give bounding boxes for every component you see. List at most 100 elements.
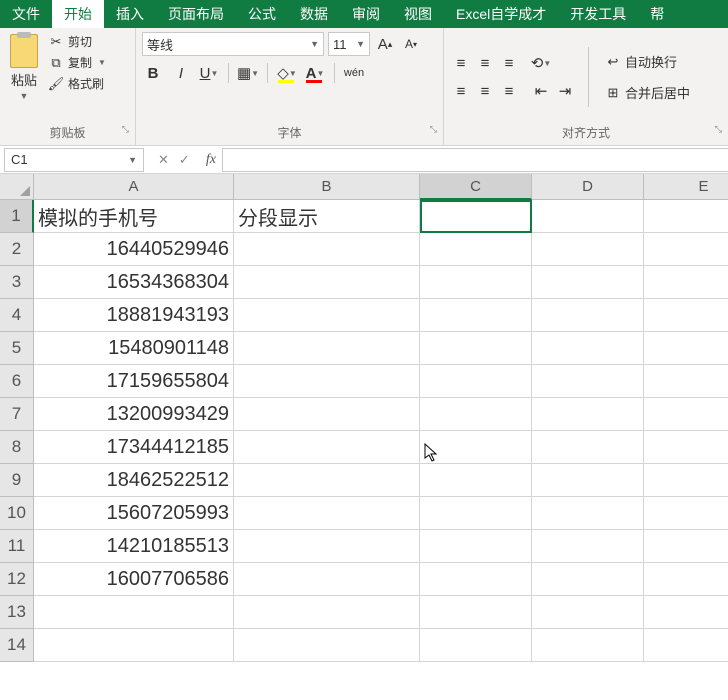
copy-button[interactable]: ⧉复制▼	[46, 53, 108, 72]
cell-D14[interactable]	[532, 629, 644, 662]
cells-area[interactable]: 模拟的手机号分段显示164405299461653436830418881943…	[34, 200, 728, 662]
cell-E12[interactable]	[644, 563, 728, 596]
cell-C9[interactable]	[420, 464, 532, 497]
cell-A9[interactable]: 18462522512	[34, 464, 234, 497]
tab-9[interactable]: 开发工具	[558, 0, 638, 28]
tab-3[interactable]: 页面布局	[156, 0, 236, 28]
phonetic-button[interactable]: wén	[343, 62, 365, 84]
cell-D8[interactable]	[532, 431, 644, 464]
cell-A11[interactable]: 14210185513	[34, 530, 234, 563]
cell-E6[interactable]	[644, 365, 728, 398]
cell-C2[interactable]	[420, 233, 532, 266]
tab-home[interactable]: 开始	[52, 0, 104, 28]
cell-D2[interactable]	[532, 233, 644, 266]
cell-E5[interactable]	[644, 332, 728, 365]
col-header-A[interactable]: A	[34, 174, 234, 200]
dialog-launcher-icon[interactable]: ⤡	[122, 124, 129, 135]
cell-E7[interactable]	[644, 398, 728, 431]
select-all-corner[interactable]	[0, 174, 34, 200]
align-middle-button[interactable]: ≡	[474, 52, 496, 74]
cell-B9[interactable]	[234, 464, 420, 497]
name-box[interactable]: C1▼	[4, 148, 144, 172]
cell-C12[interactable]	[420, 563, 532, 596]
cell-D5[interactable]	[532, 332, 644, 365]
font-size-combo[interactable]: 11▼	[328, 32, 370, 56]
cell-A8[interactable]: 17344412185	[34, 431, 234, 464]
cell-C11[interactable]	[420, 530, 532, 563]
fill-color-button[interactable]: ◇▼	[276, 62, 298, 84]
cell-B3[interactable]	[234, 266, 420, 299]
cell-D7[interactable]	[532, 398, 644, 431]
tab-2[interactable]: 插入	[104, 0, 156, 28]
cell-A13[interactable]	[34, 596, 234, 629]
tab-4[interactable]: 公式	[236, 0, 288, 28]
paste-button[interactable]: 粘贴 ▼	[6, 32, 42, 122]
cell-D1[interactable]	[532, 200, 644, 233]
cell-B2[interactable]	[234, 233, 420, 266]
row-header-10[interactable]: 10	[0, 497, 34, 530]
row-header-14[interactable]: 14	[0, 629, 34, 662]
cell-E11[interactable]	[644, 530, 728, 563]
fx-icon[interactable]: fx	[200, 152, 222, 168]
cell-E4[interactable]	[644, 299, 728, 332]
cell-C1[interactable]	[420, 200, 532, 233]
cell-B13[interactable]	[234, 596, 420, 629]
cell-B8[interactable]	[234, 431, 420, 464]
cell-A7[interactable]: 13200993429	[34, 398, 234, 431]
cell-A2[interactable]: 16440529946	[34, 233, 234, 266]
cell-D10[interactable]	[532, 497, 644, 530]
cell-B14[interactable]	[234, 629, 420, 662]
row-header-7[interactable]: 7	[0, 398, 34, 431]
formula-input[interactable]	[222, 148, 728, 172]
cell-B6[interactable]	[234, 365, 420, 398]
wrap-text-button[interactable]: ↩自动换行	[601, 50, 694, 73]
cell-A14[interactable]	[34, 629, 234, 662]
row-header-3[interactable]: 3	[0, 266, 34, 299]
cell-D6[interactable]	[532, 365, 644, 398]
tab-file[interactable]: 文件	[0, 0, 52, 28]
font-name-combo[interactable]: 等线▼	[142, 32, 324, 56]
cell-B7[interactable]	[234, 398, 420, 431]
align-top-button[interactable]: ≡	[450, 52, 472, 74]
tab-6[interactable]: 审阅	[340, 0, 392, 28]
cell-B1[interactable]: 分段显示	[234, 200, 420, 233]
underline-button[interactable]: U▼	[198, 62, 220, 84]
cell-C8[interactable]	[420, 431, 532, 464]
cell-C14[interactable]	[420, 629, 532, 662]
tab-7[interactable]: 视图	[392, 0, 444, 28]
row-header-12[interactable]: 12	[0, 563, 34, 596]
cell-C4[interactable]	[420, 299, 532, 332]
cell-E2[interactable]	[644, 233, 728, 266]
cell-A3[interactable]: 16534368304	[34, 266, 234, 299]
col-header-D[interactable]: D	[532, 174, 644, 200]
cell-D4[interactable]	[532, 299, 644, 332]
cell-C3[interactable]	[420, 266, 532, 299]
cell-A4[interactable]: 18881943193	[34, 299, 234, 332]
align-bottom-button[interactable]: ≡	[498, 52, 520, 74]
tab-10[interactable]: 帮	[638, 0, 676, 28]
merge-center-button[interactable]: ⊞合并后居中	[601, 81, 694, 104]
increase-font-button[interactable]: A▴	[374, 33, 396, 55]
row-header-6[interactable]: 6	[0, 365, 34, 398]
decrease-font-button[interactable]: A▾	[400, 33, 422, 55]
cell-E10[interactable]	[644, 497, 728, 530]
cell-A12[interactable]: 16007706586	[34, 563, 234, 596]
border-button[interactable]: ▦▼	[237, 62, 259, 84]
cell-D12[interactable]	[532, 563, 644, 596]
font-color-button[interactable]: A▼	[304, 62, 326, 84]
cell-B5[interactable]	[234, 332, 420, 365]
cell-D9[interactable]	[532, 464, 644, 497]
bold-button[interactable]: B	[142, 62, 164, 84]
cut-button[interactable]: ✂剪切	[46, 32, 108, 51]
cell-A10[interactable]: 15607205993	[34, 497, 234, 530]
cancel-formula-button[interactable]: ✕	[158, 152, 169, 168]
row-header-4[interactable]: 4	[0, 299, 34, 332]
cell-D3[interactable]	[532, 266, 644, 299]
cell-E13[interactable]	[644, 596, 728, 629]
dialog-launcher-icon[interactable]: ⤡	[430, 124, 437, 135]
row-header-13[interactable]: 13	[0, 596, 34, 629]
cell-E9[interactable]	[644, 464, 728, 497]
cell-C6[interactable]	[420, 365, 532, 398]
cell-A1[interactable]: 模拟的手机号	[34, 200, 234, 233]
row-header-1[interactable]: 1	[0, 200, 34, 233]
